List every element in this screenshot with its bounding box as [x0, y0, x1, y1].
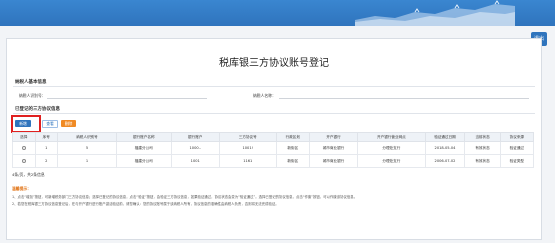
col-header: 开户银行营业网点 [357, 132, 426, 142]
agreement-table: 选择 序号 纳税人识别号 银行账户名称 银行账户 三方协议号 行政区划 开户银行… [12, 132, 535, 168]
great-wall-banner-image [355, 0, 515, 26]
seq-cell: 2 [34, 154, 58, 168]
col-header: 验证通过日期 [424, 132, 466, 142]
source-cell: 验证类型 [499, 154, 535, 168]
seq-cell: 1 [34, 141, 58, 155]
top-banner [0, 0, 555, 26]
col-header: 开户银行 [308, 132, 359, 142]
tips-title: 温馨提示： [12, 186, 31, 191]
registered-section-title: 已登记的三方协议信息 [15, 107, 60, 112]
table-row[interactable]: 1 5 福建分公司 1000.. 1001! 新街区 城市商业银行 分理处支行 … [12, 141, 535, 155]
account-name-cell: 福建分公司 [115, 141, 172, 155]
date-cell: 2018-05-04 [424, 141, 466, 155]
pager-text: 4条/页，共2条信息 [12, 172, 45, 177]
row-radio[interactable] [21, 146, 26, 150]
col-header: 当前状态 [464, 132, 501, 142]
taxpayer-id-field [47, 92, 207, 99]
taxpayer-section-title: 纳税人基本信息 [15, 80, 47, 85]
account-name-cell: 福建分公司 [115, 154, 172, 168]
tip-line-2: 2、若您在税库银三方协议信息登记后，在与开户银行进行账户激活验证前，请您确认：您… [12, 202, 279, 206]
row-select-cell[interactable] [12, 141, 36, 155]
tip-line-1: 1、点击“增加”按钮，可新增税务部门三方协议信息；选择已登记的协议信息，点击“验… [12, 195, 358, 199]
col-header: 三方协议号 [218, 132, 277, 142]
table-header-row: 选择 序号 纳税人识别号 银行账户名称 银行账户 三方协议号 行政区划 开户银行… [12, 132, 535, 142]
section-divider [13, 113, 535, 114]
col-header: 行政区划 [275, 132, 310, 142]
col-header: 序号 [34, 132, 58, 142]
col-header: 银行账户 [170, 132, 220, 142]
col-header: 银行账户名称 [115, 132, 172, 142]
status-cell: 有效状态 [464, 141, 501, 155]
region-cell: 新街区 [275, 141, 310, 155]
row-radio[interactable] [21, 159, 26, 163]
row-select-cell[interactable] [12, 154, 36, 168]
taxpayer-name-field [279, 92, 529, 99]
account-cell: 1001 [170, 154, 220, 168]
taxpayer-id-label: 纳税人识别号： [19, 93, 46, 98]
agreement-no-cell: 1161 [218, 154, 277, 168]
taxpayer-id-cell: 5 [57, 141, 117, 155]
source-cell: 验证通过 [499, 141, 535, 155]
col-header: 纳税人识别号 [57, 132, 117, 142]
section-divider [13, 86, 535, 87]
delete-button[interactable]: 删除 [61, 120, 76, 127]
col-header: 协议来源 [499, 132, 535, 142]
branch-cell: 分理处支行 [357, 141, 426, 155]
page-title: 税库银三方协议账号登记 [219, 58, 329, 69]
bank-cell: 城市商业银行 [308, 141, 359, 155]
table-row[interactable]: 2 1 福建分公司 1001 1161 新街区 城市商业银行 分理处支行 200… [12, 154, 535, 168]
view-button[interactable]: 查看 [42, 120, 58, 128]
region-cell: 新街区 [275, 154, 310, 168]
col-header: 选择 [12, 132, 36, 142]
add-button-highlight-box [11, 115, 41, 133]
account-cell: 1000.. [170, 141, 220, 155]
branch-cell: 分理处支行 [357, 154, 426, 168]
taxpayer-name-label: 纳税人名称： [253, 93, 276, 98]
bank-cell: 城市商业银行 [308, 154, 359, 168]
taxpayer-id-cell: 1 [57, 154, 117, 168]
date-cell: 2006-07-02 [424, 154, 466, 168]
status-cell: 有效状态 [464, 154, 501, 168]
agreement-no-cell: 1001! [218, 141, 277, 155]
